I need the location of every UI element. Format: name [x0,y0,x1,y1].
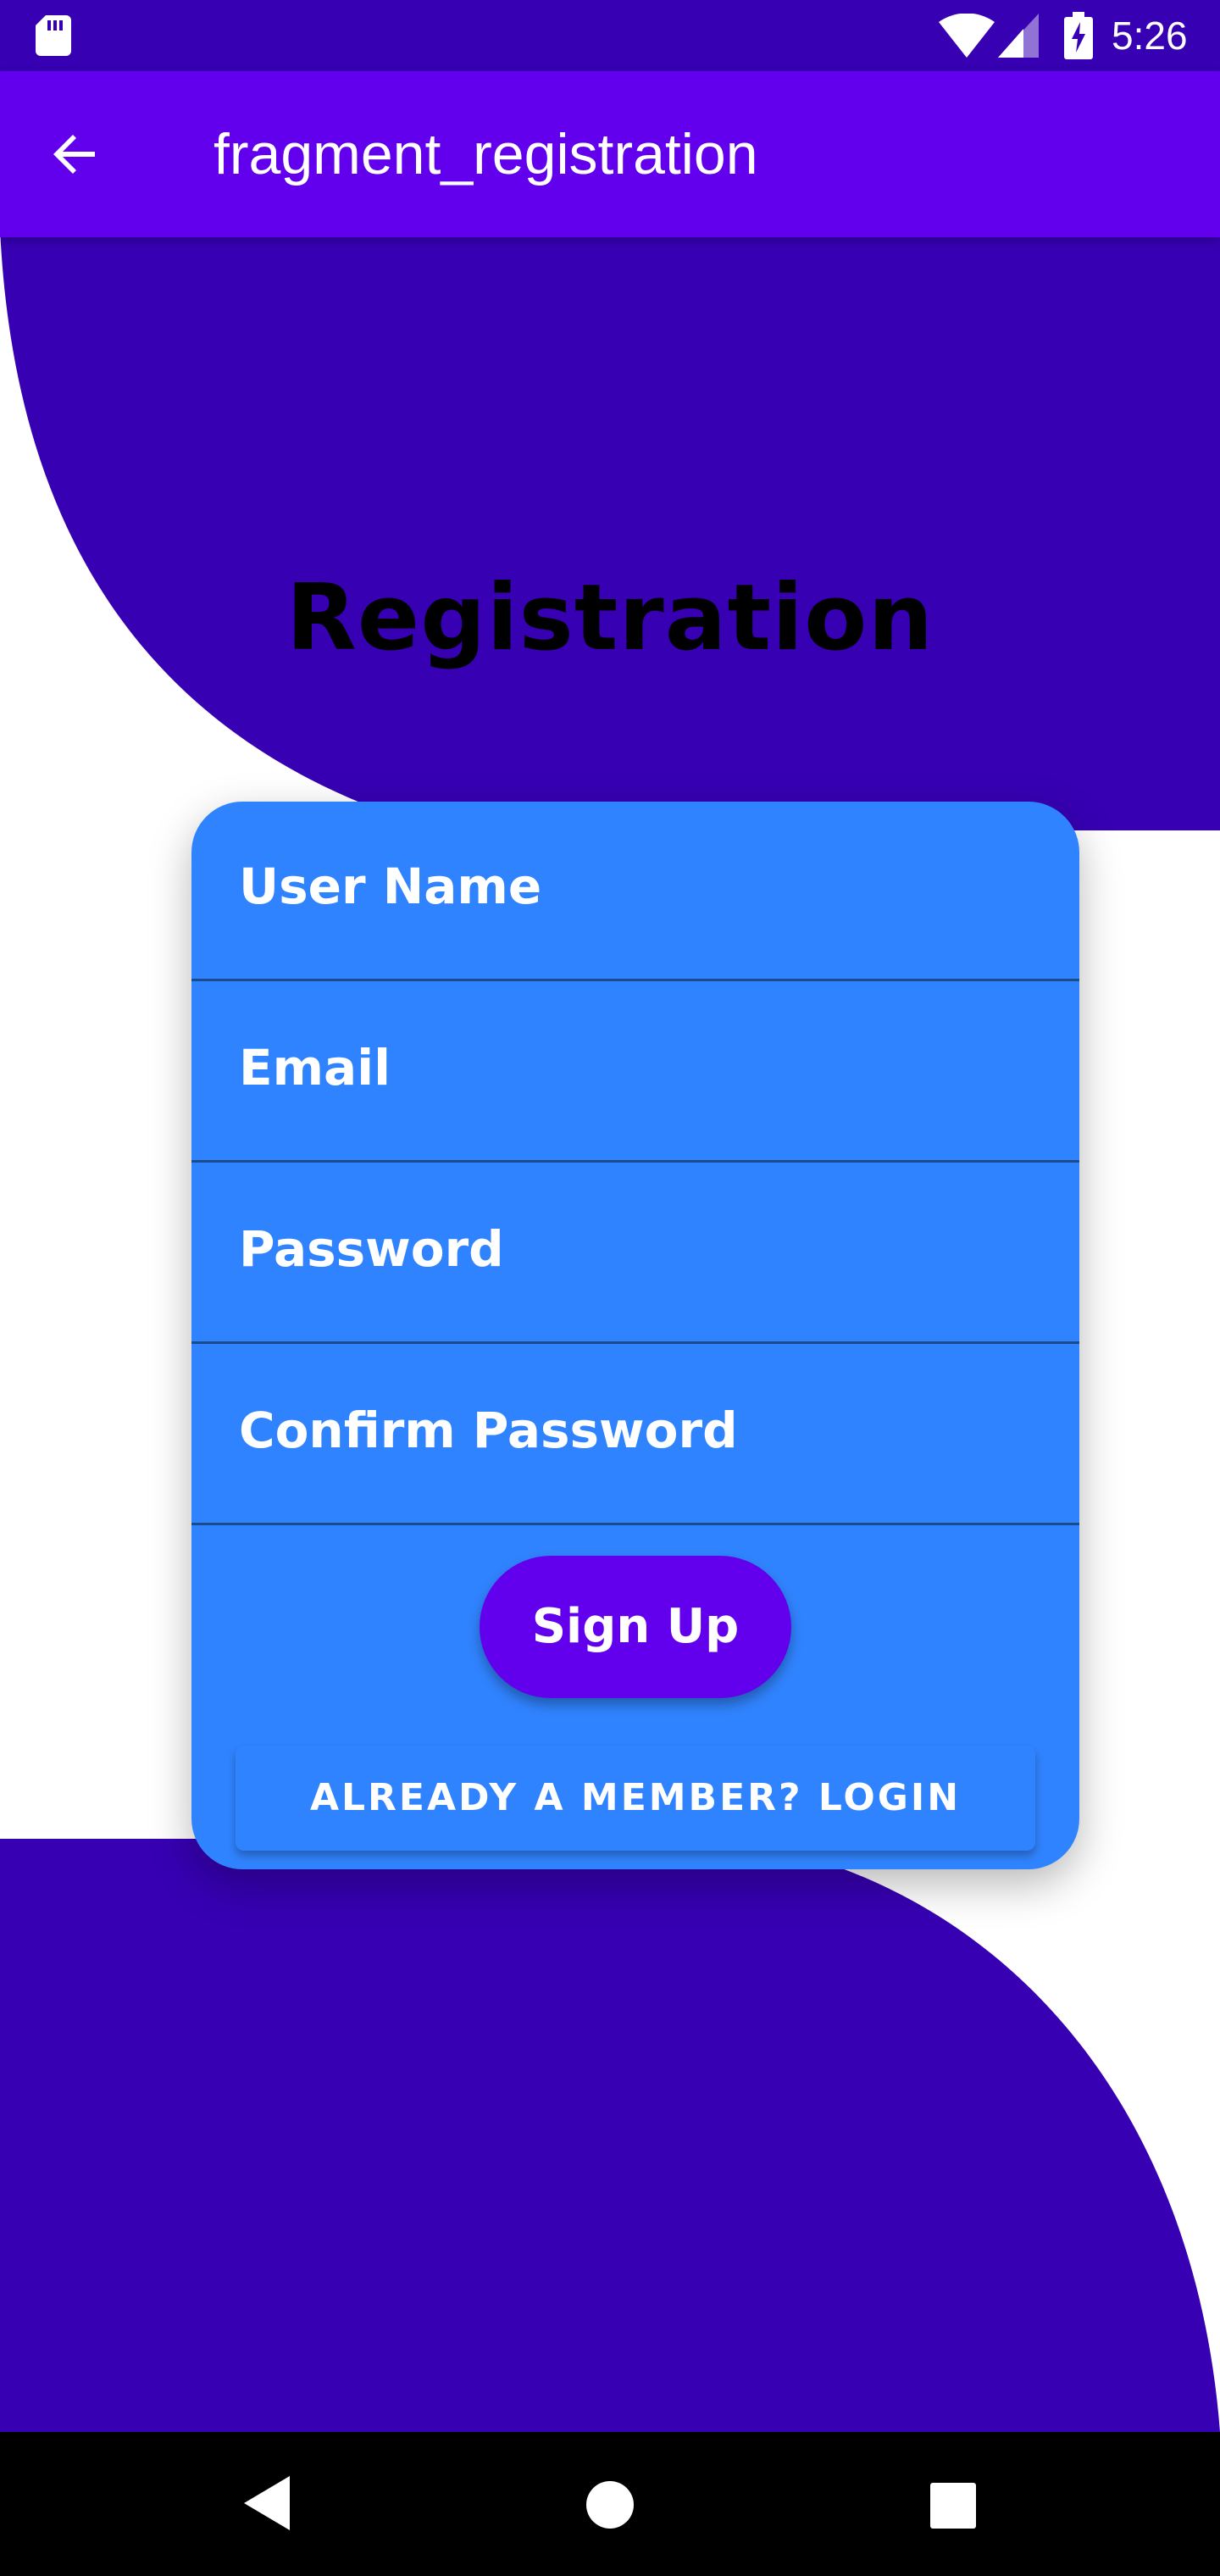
confirm-password-placeholder: Confirm Password [239,1402,738,1459]
arrow-back-icon[interactable] [44,124,105,185]
nav-recents-icon[interactable] [930,2483,976,2529]
battery-charging-icon [1064,12,1093,59]
status-bar: 5:26 [0,0,1220,71]
bottom-background-shape [0,1839,1220,2432]
app-bar-title: fragment_registration [214,122,758,186]
top-background-shape [0,229,1220,830]
password-placeholder: Password [239,1220,504,1278]
username-placeholder: User Name [239,858,542,915]
email-field[interactable]: Email [191,983,1079,1163]
page-title: Registration [286,565,934,671]
app-bar: fragment_registration [0,71,1220,237]
signup-button[interactable]: Sign Up [480,1556,791,1698]
status-time: 5:26 [1112,14,1188,58]
signal-icon [998,14,1039,58]
navigation-bar [0,2432,1220,2576]
password-field[interactable]: Password [191,1164,1079,1344]
email-placeholder: Email [239,1039,391,1096]
username-field[interactable]: User Name [191,802,1079,981]
nav-back-icon[interactable] [241,2473,295,2534]
wifi-icon [939,14,995,58]
nav-home-icon[interactable] [585,2479,635,2530]
registration-card: User Name Email Password Confirm Passwor… [191,802,1079,1869]
login-button[interactable]: ALREADY A MEMBER? LOGIN [236,1746,1035,1851]
confirm-password-field[interactable]: Confirm Password [191,1346,1079,1525]
sd-card-icon [36,15,71,56]
